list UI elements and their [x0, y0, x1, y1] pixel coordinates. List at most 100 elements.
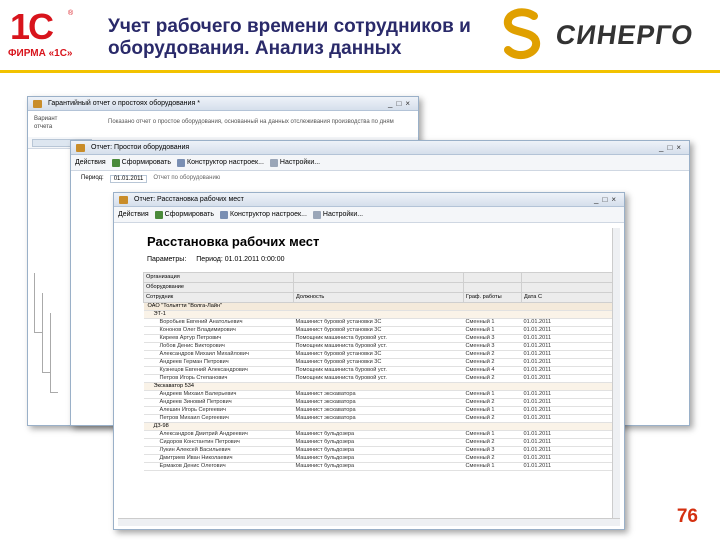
- sinergo-logo: СИНЕРГО: [553, 20, 696, 50]
- horizontal-scrollbar[interactable]: [118, 518, 620, 526]
- logo-1c: 1С ® ФИРМА «1С»: [6, 6, 78, 64]
- table-row[interactable]: Кузнецов Евгений Александрович Помощник м…: [143, 366, 614, 375]
- form-button[interactable]: Сформировать: [111, 158, 171, 167]
- sinergo-s-icon: [503, 8, 541, 60]
- table-row[interactable]: ЭТ-1: [143, 310, 614, 319]
- table-cell: 01.01.2011: [521, 406, 614, 415]
- constructor-icon: [177, 158, 186, 167]
- setup-button[interactable]: Настройки...: [312, 210, 364, 219]
- table-cell: Машинист экскаватора: [293, 406, 464, 415]
- table-row[interactable]: Александров Михаил Михайлович Машинист бу…: [143, 350, 614, 359]
- table-cell: Сменный 1: [463, 318, 522, 327]
- settings-constructor-button[interactable]: Конструктор настроек...: [220, 210, 307, 219]
- table-cell: Андреев Зиновий Петрович: [143, 398, 294, 407]
- window-back-title: Гарантийный отчет о простоях оборудовани…: [48, 100, 200, 107]
- table-cell: [463, 422, 522, 431]
- table-cell: Сменный 2: [463, 438, 522, 447]
- window-controls[interactable]: _□×: [594, 193, 620, 206]
- table-row[interactable]: Лобов Денис Викторович Помощник машиниста…: [143, 342, 614, 351]
- table-cell: Машинист бульдозера: [293, 430, 464, 439]
- table-cell: [293, 310, 464, 319]
- table-row[interactable]: Киреев Артур Петрович Помощник машиниста …: [143, 334, 614, 343]
- table-cell: Кононов Олег Владимирович: [143, 326, 294, 335]
- period-text: Отчет по оборудованию: [153, 175, 221, 181]
- setup-button[interactable]: Настройки...: [269, 158, 321, 167]
- page-number: 76: [676, 506, 698, 527]
- table-cell: 01.01.2011: [521, 350, 614, 359]
- actions-label: Действия: [75, 159, 106, 166]
- report-header-row: Организация: [143, 272, 614, 283]
- setup-label: Настройки...: [279, 159, 321, 166]
- table-cell: Машинист бульдозера: [293, 438, 464, 447]
- table-row[interactable]: Экскаватор 534: [143, 382, 614, 391]
- table-cell: 01.01.2011: [521, 390, 614, 399]
- table-cell: Сменный 2: [463, 374, 522, 383]
- table-row[interactable]: Петров Игорь Степанович Помощник машинист…: [143, 374, 614, 383]
- info-text: Показано отчет о простое оборудования, о…: [108, 119, 394, 125]
- vertical-scrollbar[interactable]: [612, 228, 620, 518]
- table-cell: [521, 302, 614, 311]
- constructor-label: Конструктор настроек...: [230, 211, 307, 218]
- play-icon: [154, 210, 163, 219]
- table-row[interactable]: Кононов Олег Владимирович Машинист бурово…: [143, 326, 614, 335]
- table-row[interactable]: Сидоров Константин Петрович Машинист буль…: [143, 438, 614, 447]
- table-cell: 01.01.2011: [521, 374, 614, 383]
- table-row[interactable]: Андреев Михаил Валерьевич Машинист экскав…: [143, 390, 614, 399]
- table-row[interactable]: Петров Михаил Сергеевич Машинист экскават…: [143, 414, 614, 423]
- window-controls[interactable]: _□×: [388, 97, 414, 110]
- table-cell: [521, 422, 614, 431]
- table-row[interactable]: Ермаков Денис Олегович Машинист бульдозер…: [143, 462, 614, 471]
- table-cell: Помощник машиниста буровой уст.: [293, 366, 464, 375]
- table-cell: Сменный 2: [463, 358, 522, 367]
- table-cell: ОАО "Тольятти "Волга-Лайн": [143, 302, 294, 311]
- logo-1c-firm: ФИРМА «1С»: [8, 48, 73, 59]
- period-label: Период:: [81, 175, 104, 181]
- table-row[interactable]: Воробьев Евгений Анатольевич Машинист бур…: [143, 318, 614, 327]
- actions-menu[interactable]: Действия: [118, 211, 149, 218]
- window-back-titlebar[interactable]: Гарантийный отчет о простоях оборудовани…: [28, 97, 418, 111]
- report-header-cell: Сотрудник: [143, 292, 294, 303]
- report-header-cell: [521, 282, 614, 293]
- window-controls[interactable]: _□×: [659, 141, 685, 154]
- period-field[interactable]: 01.01.2011: [109, 175, 148, 183]
- table-cell: ДЗ-98: [143, 422, 294, 431]
- table-cell: 01.01.2011: [521, 430, 614, 439]
- window-middle-titlebar[interactable]: Отчет: Простои оборудования _□×: [71, 141, 689, 155]
- table-row[interactable]: Дмитриев Иван Николаевич Машинист бульдоз…: [143, 454, 614, 463]
- window-front-titlebar[interactable]: Отчет: Расстановка рабочих мест _□×: [114, 193, 624, 207]
- report-icon: [76, 144, 85, 152]
- table-row[interactable]: Лукин Алексей Васильевич Машинист бульдоз…: [143, 446, 614, 455]
- logo-1c-glyph: 1С: [10, 6, 54, 47]
- slide-title-line1: Учет рабочего времени сотрудников и: [108, 16, 471, 37]
- tree-lines: [34, 273, 42, 333]
- report-header-cell: Дата С: [521, 292, 614, 303]
- table-cell: Ермаков Денис Олегович: [143, 462, 294, 471]
- table-row[interactable]: Андреев Зиновий Петрович Машинист экскава…: [143, 398, 614, 407]
- table-row[interactable]: Алешин Игорь Сергеевич Машинист экскавато…: [143, 406, 614, 415]
- form-button[interactable]: Сформировать: [154, 210, 214, 219]
- table-cell: Сменный 3: [463, 342, 522, 351]
- table-cell: Сменный 3: [463, 334, 522, 343]
- actions-menu[interactable]: Действия: [75, 159, 106, 166]
- setup-label: Настройки...: [322, 211, 364, 218]
- report-header-cell: [521, 272, 614, 283]
- table-row[interactable]: Андреев Герман Петрович Машинист буровой …: [143, 358, 614, 367]
- table-cell: Кузнецов Евгений Александрович: [143, 366, 294, 375]
- tree-lines: [42, 293, 50, 373]
- report-header-cell: [293, 282, 464, 293]
- table-cell: Сменный 2: [463, 454, 522, 463]
- report-params: Параметры: Период: 01.01.2011 0:00:00: [147, 256, 285, 263]
- table-cell: Помощник машиниста буровой уст.: [293, 374, 464, 383]
- table-row[interactable]: ОАО "Тольятти "Волга-Лайн": [143, 302, 614, 311]
- report-header-cell: [463, 282, 522, 293]
- table-cell: 01.01.2011: [521, 446, 614, 455]
- table-cell: Сменный 4: [463, 366, 522, 375]
- table-row[interactable]: ДЗ-98: [143, 422, 614, 431]
- window-front-title: Отчет: Расстановка рабочих мест: [134, 196, 244, 203]
- settings-constructor-button[interactable]: Конструктор настроек...: [177, 158, 264, 167]
- slide: 1С ® ФИРМА «1С» Учет рабочего времени со…: [0, 0, 720, 540]
- table-cell: Машинист экскаватора: [293, 390, 464, 399]
- table-row[interactable]: Александров Дмитрий Андреевич Машинист бу…: [143, 430, 614, 439]
- window-middle-params: Период: 01.01.2011 Отчет по оборудованию: [81, 175, 220, 183]
- table-cell: Лобов Денис Викторович: [143, 342, 294, 351]
